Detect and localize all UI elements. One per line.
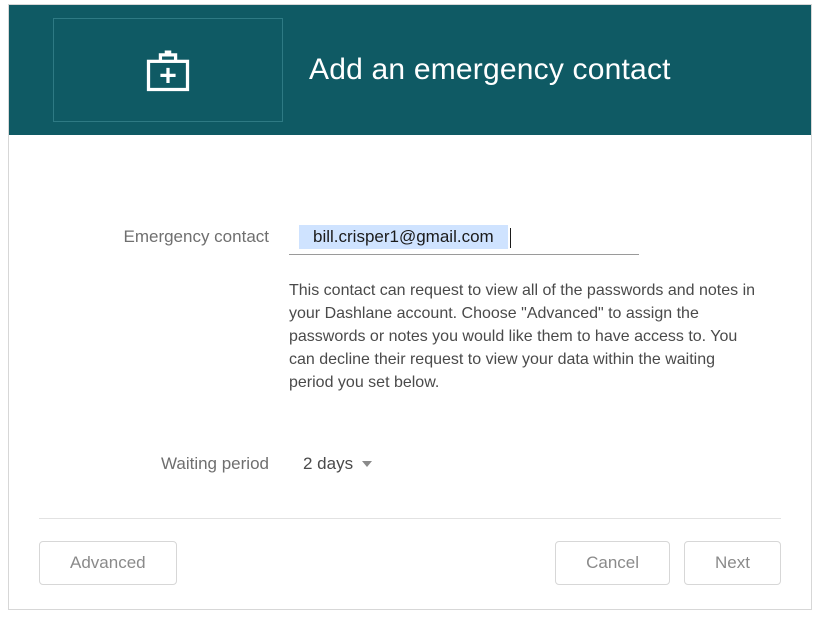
contact-description: This contact can request to view all of … [289,279,759,394]
emergency-contact-value: bill.crisper1@gmail.com [299,225,508,249]
advanced-button[interactable]: Advanced [39,541,177,585]
add-emergency-contact-dialog: Add an emergency contact Emergency conta… [8,4,812,610]
waiting-period-select[interactable]: 2 days [289,454,373,474]
emergency-contact-label: Emergency contact [49,225,289,247]
chevron-down-icon [361,459,373,469]
dialog-title: Add an emergency contact [309,53,671,87]
waiting-period-row: Waiting period 2 days [49,454,771,474]
dialog-header: Add an emergency contact [9,5,811,135]
emergency-contact-row: Emergency contact bill.crisper1@gmail.co… [49,225,771,394]
text-caret [510,228,511,248]
emergency-contact-input[interactable]: bill.crisper1@gmail.com [289,225,639,255]
waiting-period-label: Waiting period [49,454,289,474]
cancel-button[interactable]: Cancel [555,541,670,585]
dialog-body: Emergency contact bill.crisper1@gmail.co… [9,135,811,518]
waiting-period-value: 2 days [303,454,353,474]
emergency-kit-icon [53,18,283,122]
dialog-footer: Advanced Cancel Next [39,518,781,585]
next-button[interactable]: Next [684,541,781,585]
